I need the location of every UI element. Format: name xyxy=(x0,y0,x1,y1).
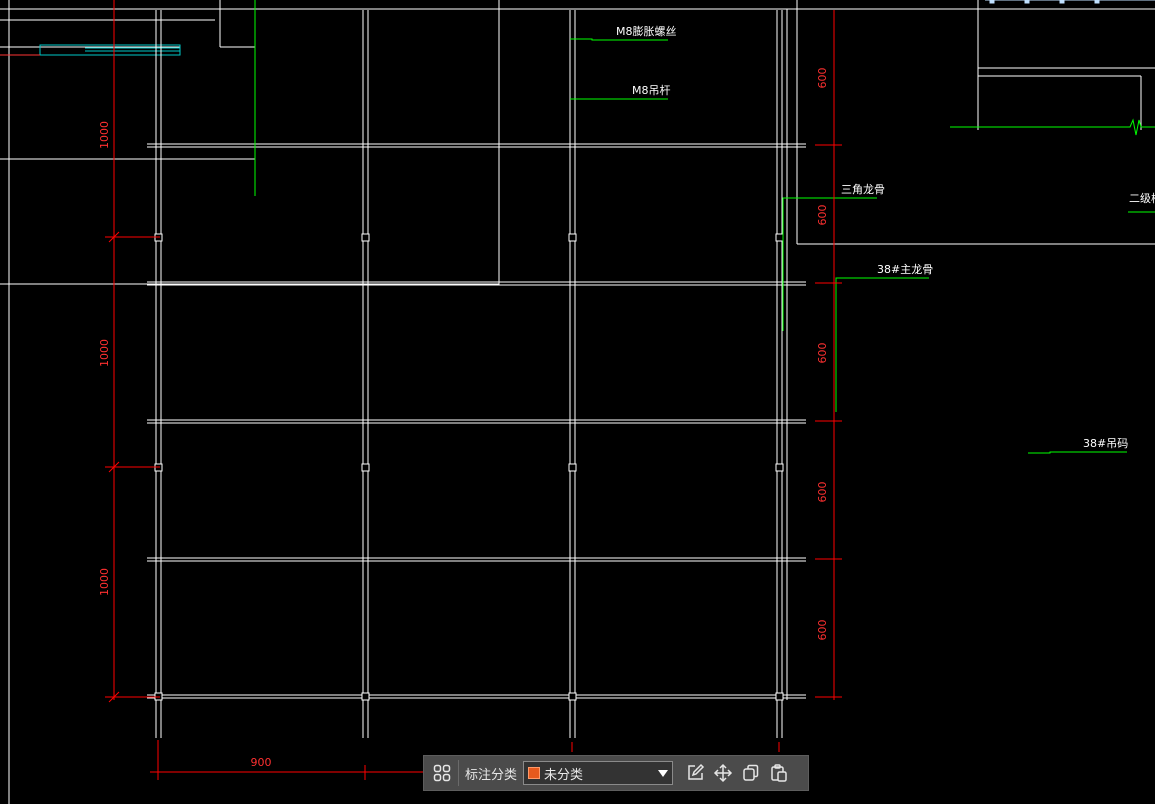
chevron-down-icon xyxy=(658,769,669,777)
label-main-keel-38: 38#主龙骨 xyxy=(877,263,933,276)
dim-right-4: 600 xyxy=(816,482,829,503)
dim-right-2: 600 xyxy=(816,205,829,226)
label-m8-hanger-rod: M8吊杆 xyxy=(632,83,671,97)
label-triangle-keel: 三角龙骨 xyxy=(841,183,885,196)
dim-right-1: 600 xyxy=(816,68,829,89)
top-right-detail xyxy=(985,0,1155,4)
dimension-lines xyxy=(105,0,842,780)
dim-left-2: 1000 xyxy=(98,339,111,367)
toolbar-divider xyxy=(458,760,459,786)
cad-drawing-canvas[interactable]: 1000 1000 1000 600 600 600 600 600 900 M… xyxy=(0,0,1155,804)
paste-icon[interactable] xyxy=(765,759,793,787)
category-color-swatch xyxy=(528,767,541,779)
background-geometry xyxy=(0,0,1155,804)
category-selected-value: 未分类 xyxy=(544,767,584,783)
label-hanger-38: 38#吊码 xyxy=(1083,437,1128,450)
label-m8-expansion-bolt: M8膨胀螺丝 xyxy=(616,24,677,38)
edit-icon[interactable] xyxy=(681,759,709,787)
category-label: 标注分类 xyxy=(465,767,518,783)
annotation-texts: M8膨胀螺丝 M8吊杆 三角龙骨 38#主龙骨 38#吊码 二级校 xyxy=(616,24,1155,450)
copy-icon[interactable] xyxy=(737,759,765,787)
dim-right-3: 600 xyxy=(816,343,829,364)
dim-left-1: 1000 xyxy=(98,121,111,149)
hanger-rods xyxy=(155,10,783,738)
hanger-clips xyxy=(154,233,784,701)
category-select[interactable]: 未分类 xyxy=(523,761,674,785)
grid-group-icon[interactable] xyxy=(428,759,456,787)
main-keels xyxy=(147,143,806,699)
dim-right-5: 600 xyxy=(816,620,829,641)
dim-bottom: 900 xyxy=(251,756,272,769)
annotation-toolbar: 标注分类 未分类 xyxy=(423,755,809,791)
label-secondary-truncated: 二级校 xyxy=(1129,191,1155,205)
dim-left-3: 1000 xyxy=(98,568,111,596)
move-icon[interactable] xyxy=(709,759,737,787)
dimension-texts: 1000 1000 1000 600 600 600 600 600 900 xyxy=(98,68,829,770)
